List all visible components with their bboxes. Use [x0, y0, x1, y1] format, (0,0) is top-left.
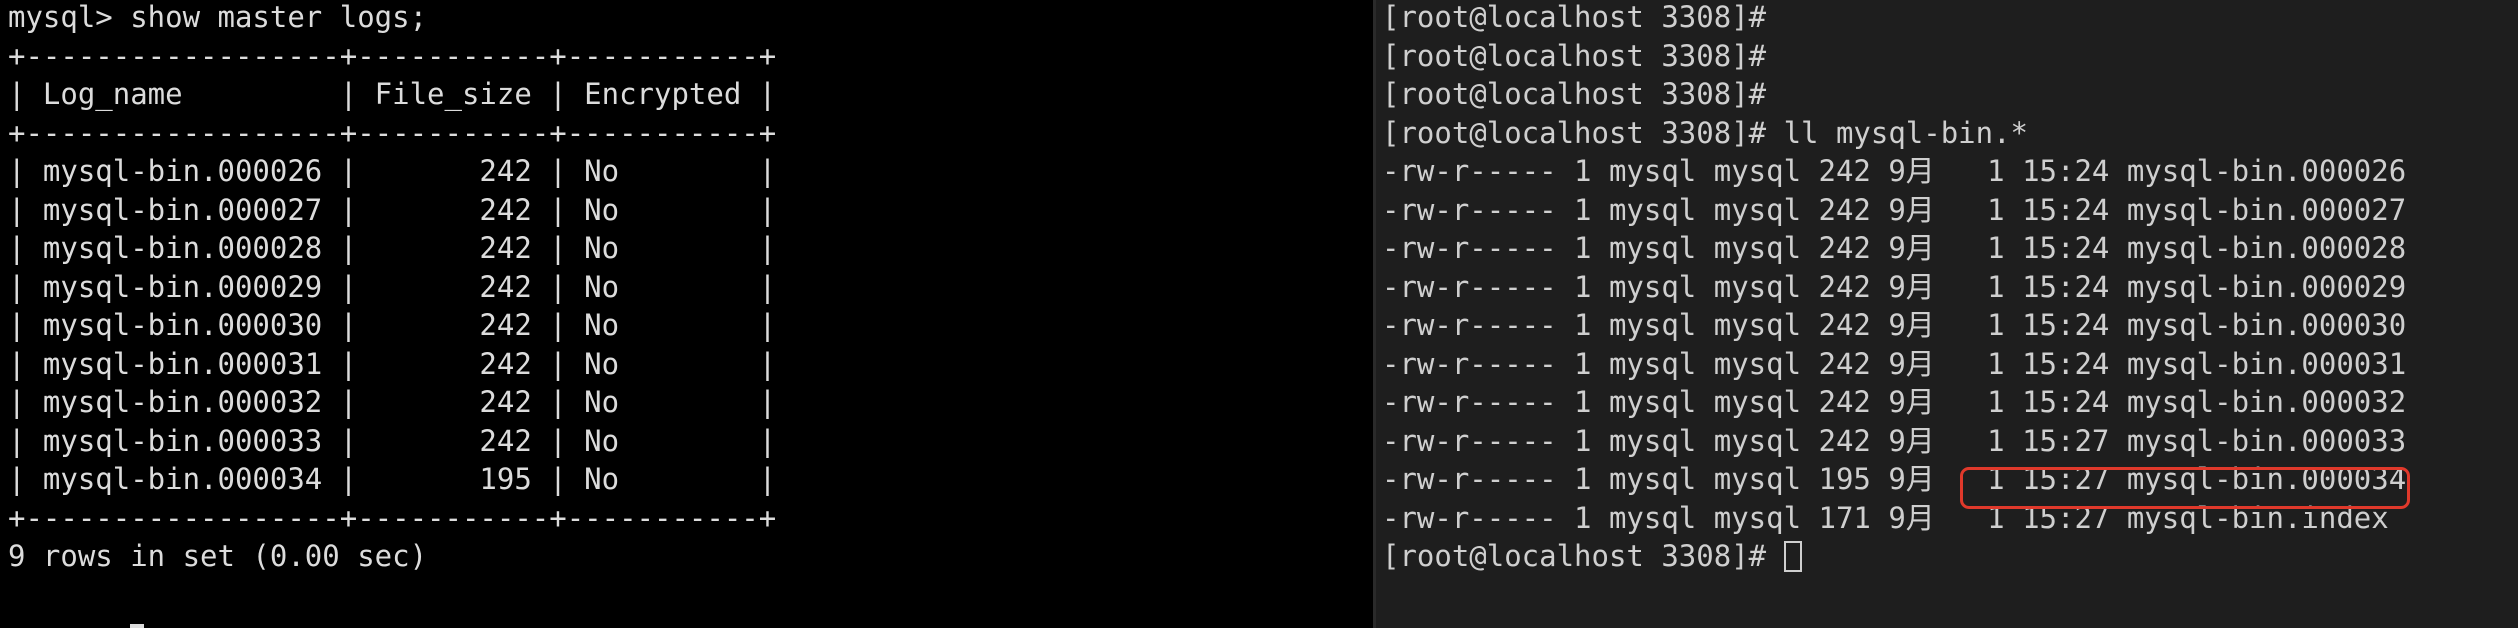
terminal-line: [root@localhost 3308]#	[1382, 0, 1767, 34]
prompt-line: [root@localhost 3308]#	[1382, 537, 1802, 575]
terminal-line: 9 rows in set (0.00 sec)	[8, 539, 428, 573]
terminal-line: [root@localhost 3308]#	[1382, 77, 1767, 111]
terminal-line: | mysql-bin.000032 | 242 | No |	[8, 385, 777, 419]
terminal-line: | mysql-bin.000030 | 242 | No |	[8, 308, 777, 342]
terminal-line: -rw-r----- 1 mysql mysql 242 9月 1 15:24 …	[1382, 231, 2407, 265]
terminal-line: -rw-r----- 1 mysql mysql 242 9月 1 15:24 …	[1382, 154, 2407, 188]
terminal-line: | mysql-bin.000034 | 195 | No |	[8, 462, 777, 496]
terminal-line: [root@localhost 3308]#	[1382, 38, 1767, 73]
terminal-line: | mysql-bin.000028 | 242 | No |	[8, 231, 777, 265]
terminal-line: | Log_name | File_size | Encrypted |	[8, 77, 777, 111]
terminal-line: -rw-r----- 1 mysql mysql 242 9月 1 15:24 …	[1382, 192, 2407, 227]
terminal-line: +------------------+-----------+--------…	[8, 38, 777, 73]
screen: mysql> show master logs; +--------------…	[0, 0, 2518, 628]
text-cursor	[1783, 541, 1802, 572]
shell-terminal-pane[interactable]: [root@localhost 3308]# [root@localhost 3…	[1376, 0, 2518, 628]
terminal-line: +------------------+-----------+--------…	[8, 500, 777, 535]
terminal-line: | mysql-bin.000029 | 242 | No |	[8, 269, 777, 304]
highlight-annotation	[1960, 467, 2410, 509]
terminal-line: mysql> show master logs;	[8, 0, 428, 34]
terminal-line: [root@localhost 3308]# ll mysql-bin.*	[1382, 115, 2029, 150]
terminal-line: -rw-r----- 1 mysql mysql 242 9月 1 15:24 …	[1382, 346, 2407, 381]
mysql-terminal-pane[interactable]: mysql> show master logs; +--------------…	[0, 0, 1373, 628]
terminal-line: | mysql-bin.000027 | 242 | No |	[8, 192, 777, 227]
terminal-line: -rw-r----- 1 mysql mysql 242 9月 1 15:24 …	[1382, 269, 2407, 304]
terminal-line: | mysql-bin.000031 | 242 | No |	[8, 346, 777, 381]
terminal-line: -rw-r----- 1 mysql mysql 242 9月 1 15:24 …	[1382, 308, 2407, 342]
shell-prompt: [root@localhost 3308]#	[1382, 539, 1784, 573]
text-cursor	[130, 624, 144, 628]
terminal-line: -rw-r----- 1 mysql mysql 242 9月 1 15:27 …	[1382, 423, 2407, 458]
terminal-line: | mysql-bin.000033 | 242 | No |	[8, 423, 777, 458]
terminal-line: | mysql-bin.000026 | 242 | No |	[8, 154, 777, 188]
terminal-line: -rw-r----- 1 mysql mysql 242 9月 1 15:24 …	[1382, 385, 2407, 419]
terminal-line: +------------------+-----------+--------…	[8, 115, 777, 150]
